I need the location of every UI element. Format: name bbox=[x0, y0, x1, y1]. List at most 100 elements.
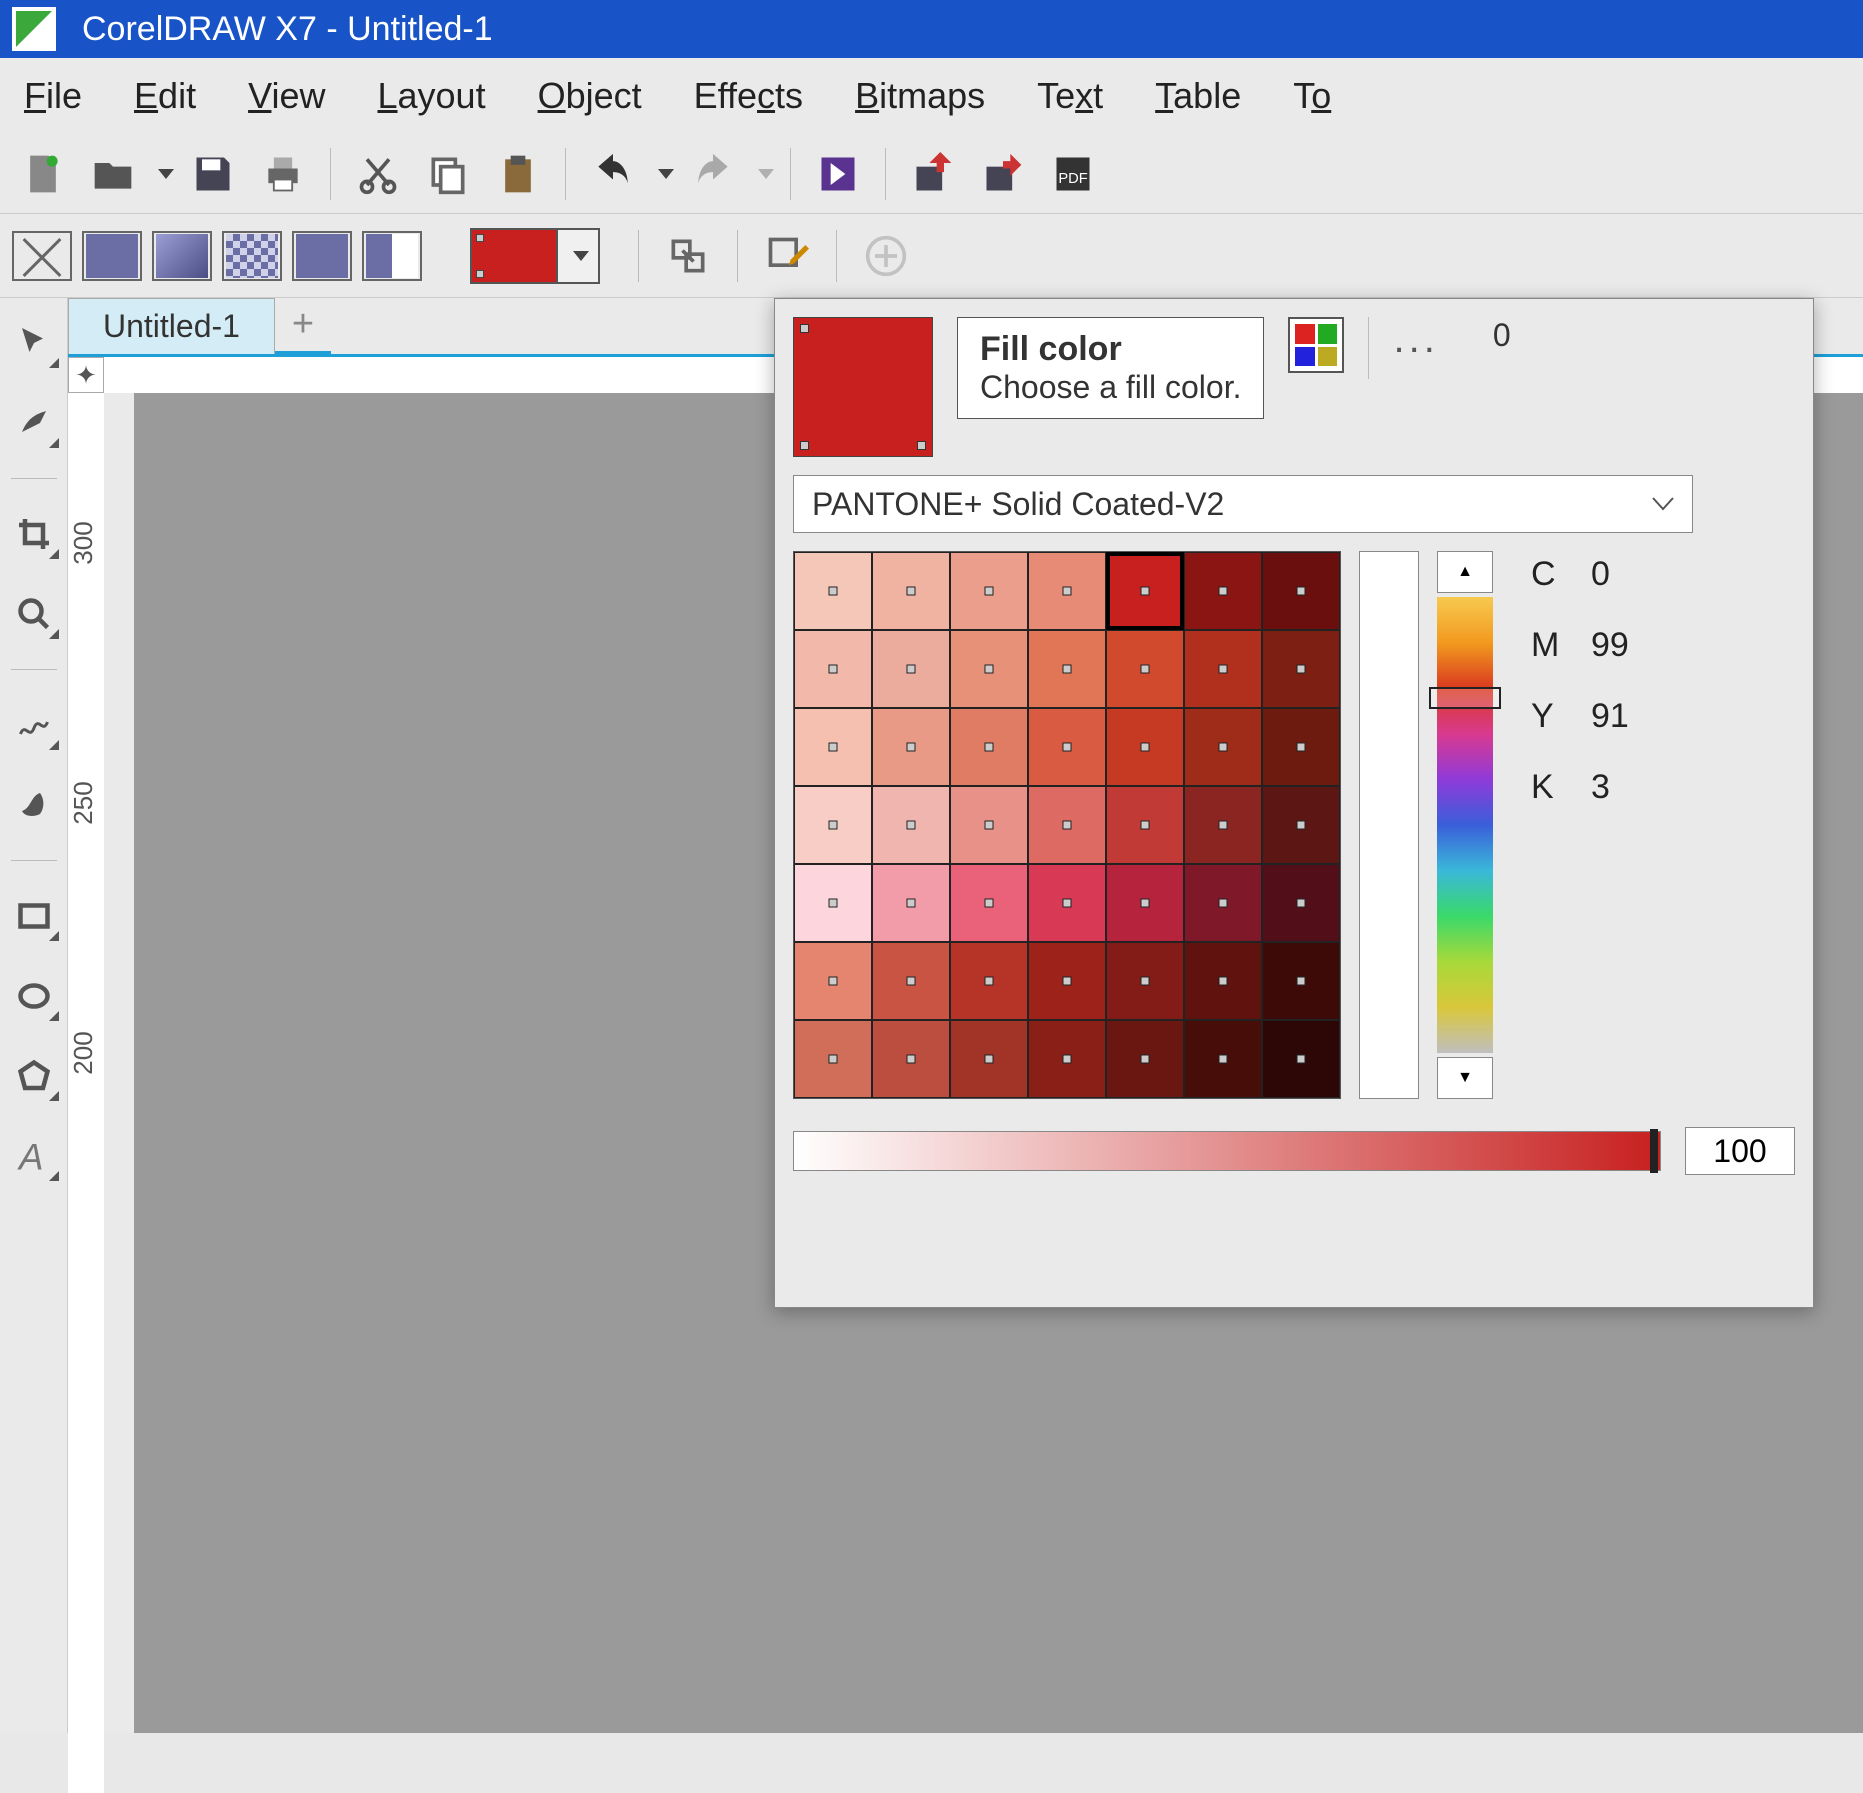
color-swatch[interactable] bbox=[1184, 786, 1262, 864]
color-swatch[interactable] bbox=[950, 630, 1028, 708]
new-tab-button[interactable]: + bbox=[275, 298, 331, 354]
color-swatch[interactable] bbox=[1106, 864, 1184, 942]
copy-fill-button[interactable] bbox=[657, 230, 719, 282]
print-button[interactable] bbox=[252, 148, 314, 200]
color-swatch[interactable] bbox=[794, 942, 872, 1020]
two-color-fill-button[interactable] bbox=[362, 231, 422, 281]
undo-button[interactable] bbox=[582, 148, 644, 200]
color-swatch[interactable] bbox=[1262, 786, 1340, 864]
scroll-down-button[interactable]: ▼ bbox=[1437, 1057, 1493, 1099]
spectrum-handle[interactable] bbox=[1429, 687, 1501, 709]
color-swatch[interactable] bbox=[1028, 1020, 1106, 1098]
color-swatch[interactable] bbox=[794, 864, 872, 942]
color-swatch[interactable] bbox=[1028, 786, 1106, 864]
color-swatch[interactable] bbox=[794, 708, 872, 786]
scroll-up-button[interactable]: ▲ bbox=[1437, 551, 1493, 593]
color-swatch[interactable] bbox=[1262, 942, 1340, 1020]
tint-value[interactable]: 100 bbox=[1685, 1127, 1795, 1175]
pattern-fill-button[interactable] bbox=[222, 231, 282, 281]
more-options-button[interactable]: ... bbox=[1393, 317, 1438, 362]
color-swatch[interactable] bbox=[950, 552, 1028, 630]
menu-bitmaps[interactable]: Bitmaps bbox=[855, 75, 985, 117]
new-document-button[interactable] bbox=[12, 148, 74, 200]
color-swatch[interactable] bbox=[1262, 552, 1340, 630]
color-swatch[interactable] bbox=[872, 864, 950, 942]
vertical-ruler[interactable]: 300 250 200 bbox=[68, 393, 104, 1793]
color-swatch[interactable] bbox=[1028, 864, 1106, 942]
search-content-button[interactable] bbox=[807, 148, 869, 200]
redo-button[interactable] bbox=[682, 148, 744, 200]
no-fill-button[interactable] bbox=[12, 231, 72, 281]
color-swatch[interactable] bbox=[1184, 864, 1262, 942]
color-swatch[interactable] bbox=[1184, 552, 1262, 630]
color-swatch[interactable] bbox=[872, 942, 950, 1020]
color-swatch[interactable] bbox=[872, 786, 950, 864]
menu-text[interactable]: Text bbox=[1037, 75, 1103, 117]
color-swatch[interactable] bbox=[872, 708, 950, 786]
copy-button[interactable] bbox=[417, 148, 479, 200]
color-swatch[interactable] bbox=[950, 864, 1028, 942]
paste-button[interactable] bbox=[487, 148, 549, 200]
document-tab[interactable]: Untitled-1 bbox=[68, 298, 275, 354]
color-swatch[interactable] bbox=[1262, 708, 1340, 786]
shape-tool[interactable] bbox=[9, 398, 59, 448]
color-swatch[interactable] bbox=[1106, 708, 1184, 786]
color-swatch[interactable] bbox=[1184, 1020, 1262, 1098]
rectangle-tool[interactable] bbox=[9, 891, 59, 941]
color-swatch[interactable] bbox=[950, 1020, 1028, 1098]
ruler-origin-icon[interactable]: ✦ bbox=[68, 357, 104, 393]
color-swatch[interactable] bbox=[1262, 1020, 1340, 1098]
fountain-fill-button[interactable] bbox=[152, 231, 212, 281]
color-swatch[interactable] bbox=[1106, 630, 1184, 708]
color-swatch[interactable] bbox=[1106, 786, 1184, 864]
pick-tool[interactable] bbox=[9, 318, 59, 368]
tint-slider[interactable] bbox=[793, 1131, 1661, 1171]
color-swatch[interactable] bbox=[794, 630, 872, 708]
text-tool[interactable]: A bbox=[9, 1131, 59, 1181]
color-swatch[interactable] bbox=[1106, 942, 1184, 1020]
save-button[interactable] bbox=[182, 148, 244, 200]
color-swatch[interactable] bbox=[1262, 630, 1340, 708]
menu-tools[interactable]: To bbox=[1293, 75, 1331, 117]
crop-tool[interactable] bbox=[9, 509, 59, 559]
uniform-fill-button[interactable] bbox=[82, 231, 142, 281]
color-swatch[interactable] bbox=[950, 786, 1028, 864]
edit-fill-button[interactable] bbox=[756, 230, 818, 282]
menu-edit[interactable]: Edit bbox=[134, 75, 196, 117]
cut-button[interactable] bbox=[347, 148, 409, 200]
menu-layout[interactable]: Layout bbox=[377, 75, 485, 117]
color-swatch[interactable] bbox=[1028, 942, 1106, 1020]
menu-object[interactable]: Object bbox=[538, 75, 642, 117]
fill-color-dropdown[interactable] bbox=[556, 230, 598, 282]
menu-view[interactable]: View bbox=[248, 75, 325, 117]
add-button[interactable] bbox=[855, 230, 917, 282]
artistic-media-tool[interactable] bbox=[9, 780, 59, 830]
tint-handle[interactable] bbox=[1650, 1129, 1658, 1173]
color-swatch[interactable] bbox=[1184, 708, 1262, 786]
menu-table[interactable]: Table bbox=[1155, 75, 1241, 117]
import-button[interactable] bbox=[902, 148, 964, 200]
open-button[interactable] bbox=[82, 148, 144, 200]
open-dropdown-icon[interactable] bbox=[158, 169, 174, 179]
zoom-tool[interactable] bbox=[9, 589, 59, 639]
texture-fill-button[interactable] bbox=[292, 231, 352, 281]
menu-effects[interactable]: Effects bbox=[694, 75, 803, 117]
current-color-swatch[interactable] bbox=[793, 317, 933, 457]
color-swatch[interactable] bbox=[1106, 1020, 1184, 1098]
color-swatch[interactable] bbox=[872, 1020, 950, 1098]
polygon-tool[interactable] bbox=[9, 1051, 59, 1101]
color-swatch[interactable] bbox=[1028, 708, 1106, 786]
color-palettes-button[interactable] bbox=[1288, 317, 1344, 373]
color-swatch[interactable] bbox=[1028, 552, 1106, 630]
ellipse-tool[interactable] bbox=[9, 971, 59, 1021]
color-swatch[interactable] bbox=[872, 552, 950, 630]
menu-file[interactable]: File bbox=[24, 75, 82, 117]
fill-color-picker[interactable] bbox=[470, 228, 600, 284]
palette-select[interactable]: PANTONE+ Solid Coated-V2 bbox=[793, 475, 1693, 533]
fill-color-swatch[interactable] bbox=[472, 230, 556, 282]
spectrum-slider[interactable] bbox=[1437, 597, 1493, 1053]
publish-pdf-button[interactable]: PDF bbox=[1042, 148, 1104, 200]
color-swatch[interactable] bbox=[1262, 864, 1340, 942]
color-swatch[interactable] bbox=[1028, 630, 1106, 708]
color-swatch[interactable] bbox=[1184, 942, 1262, 1020]
